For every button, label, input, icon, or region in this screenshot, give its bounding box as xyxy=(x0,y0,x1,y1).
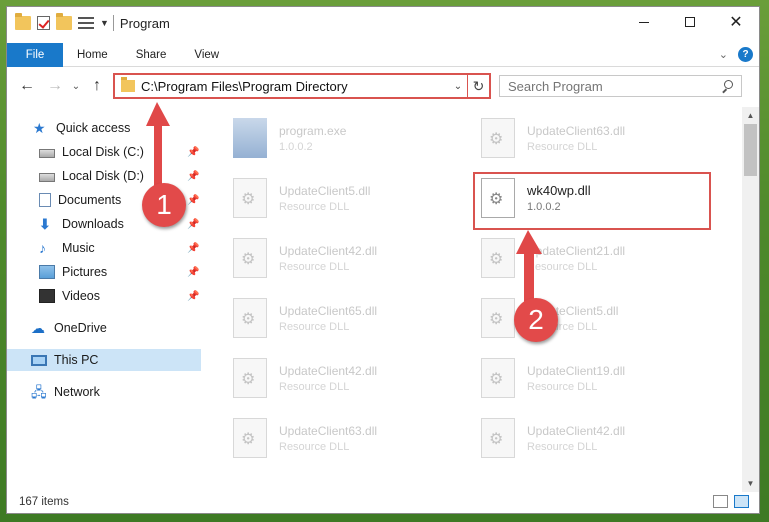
arrow-1-icon xyxy=(146,102,170,190)
annotation-overlay xyxy=(146,102,542,312)
step-1-badge: 1 xyxy=(142,183,186,227)
step-2-badge: 2 xyxy=(514,298,558,342)
